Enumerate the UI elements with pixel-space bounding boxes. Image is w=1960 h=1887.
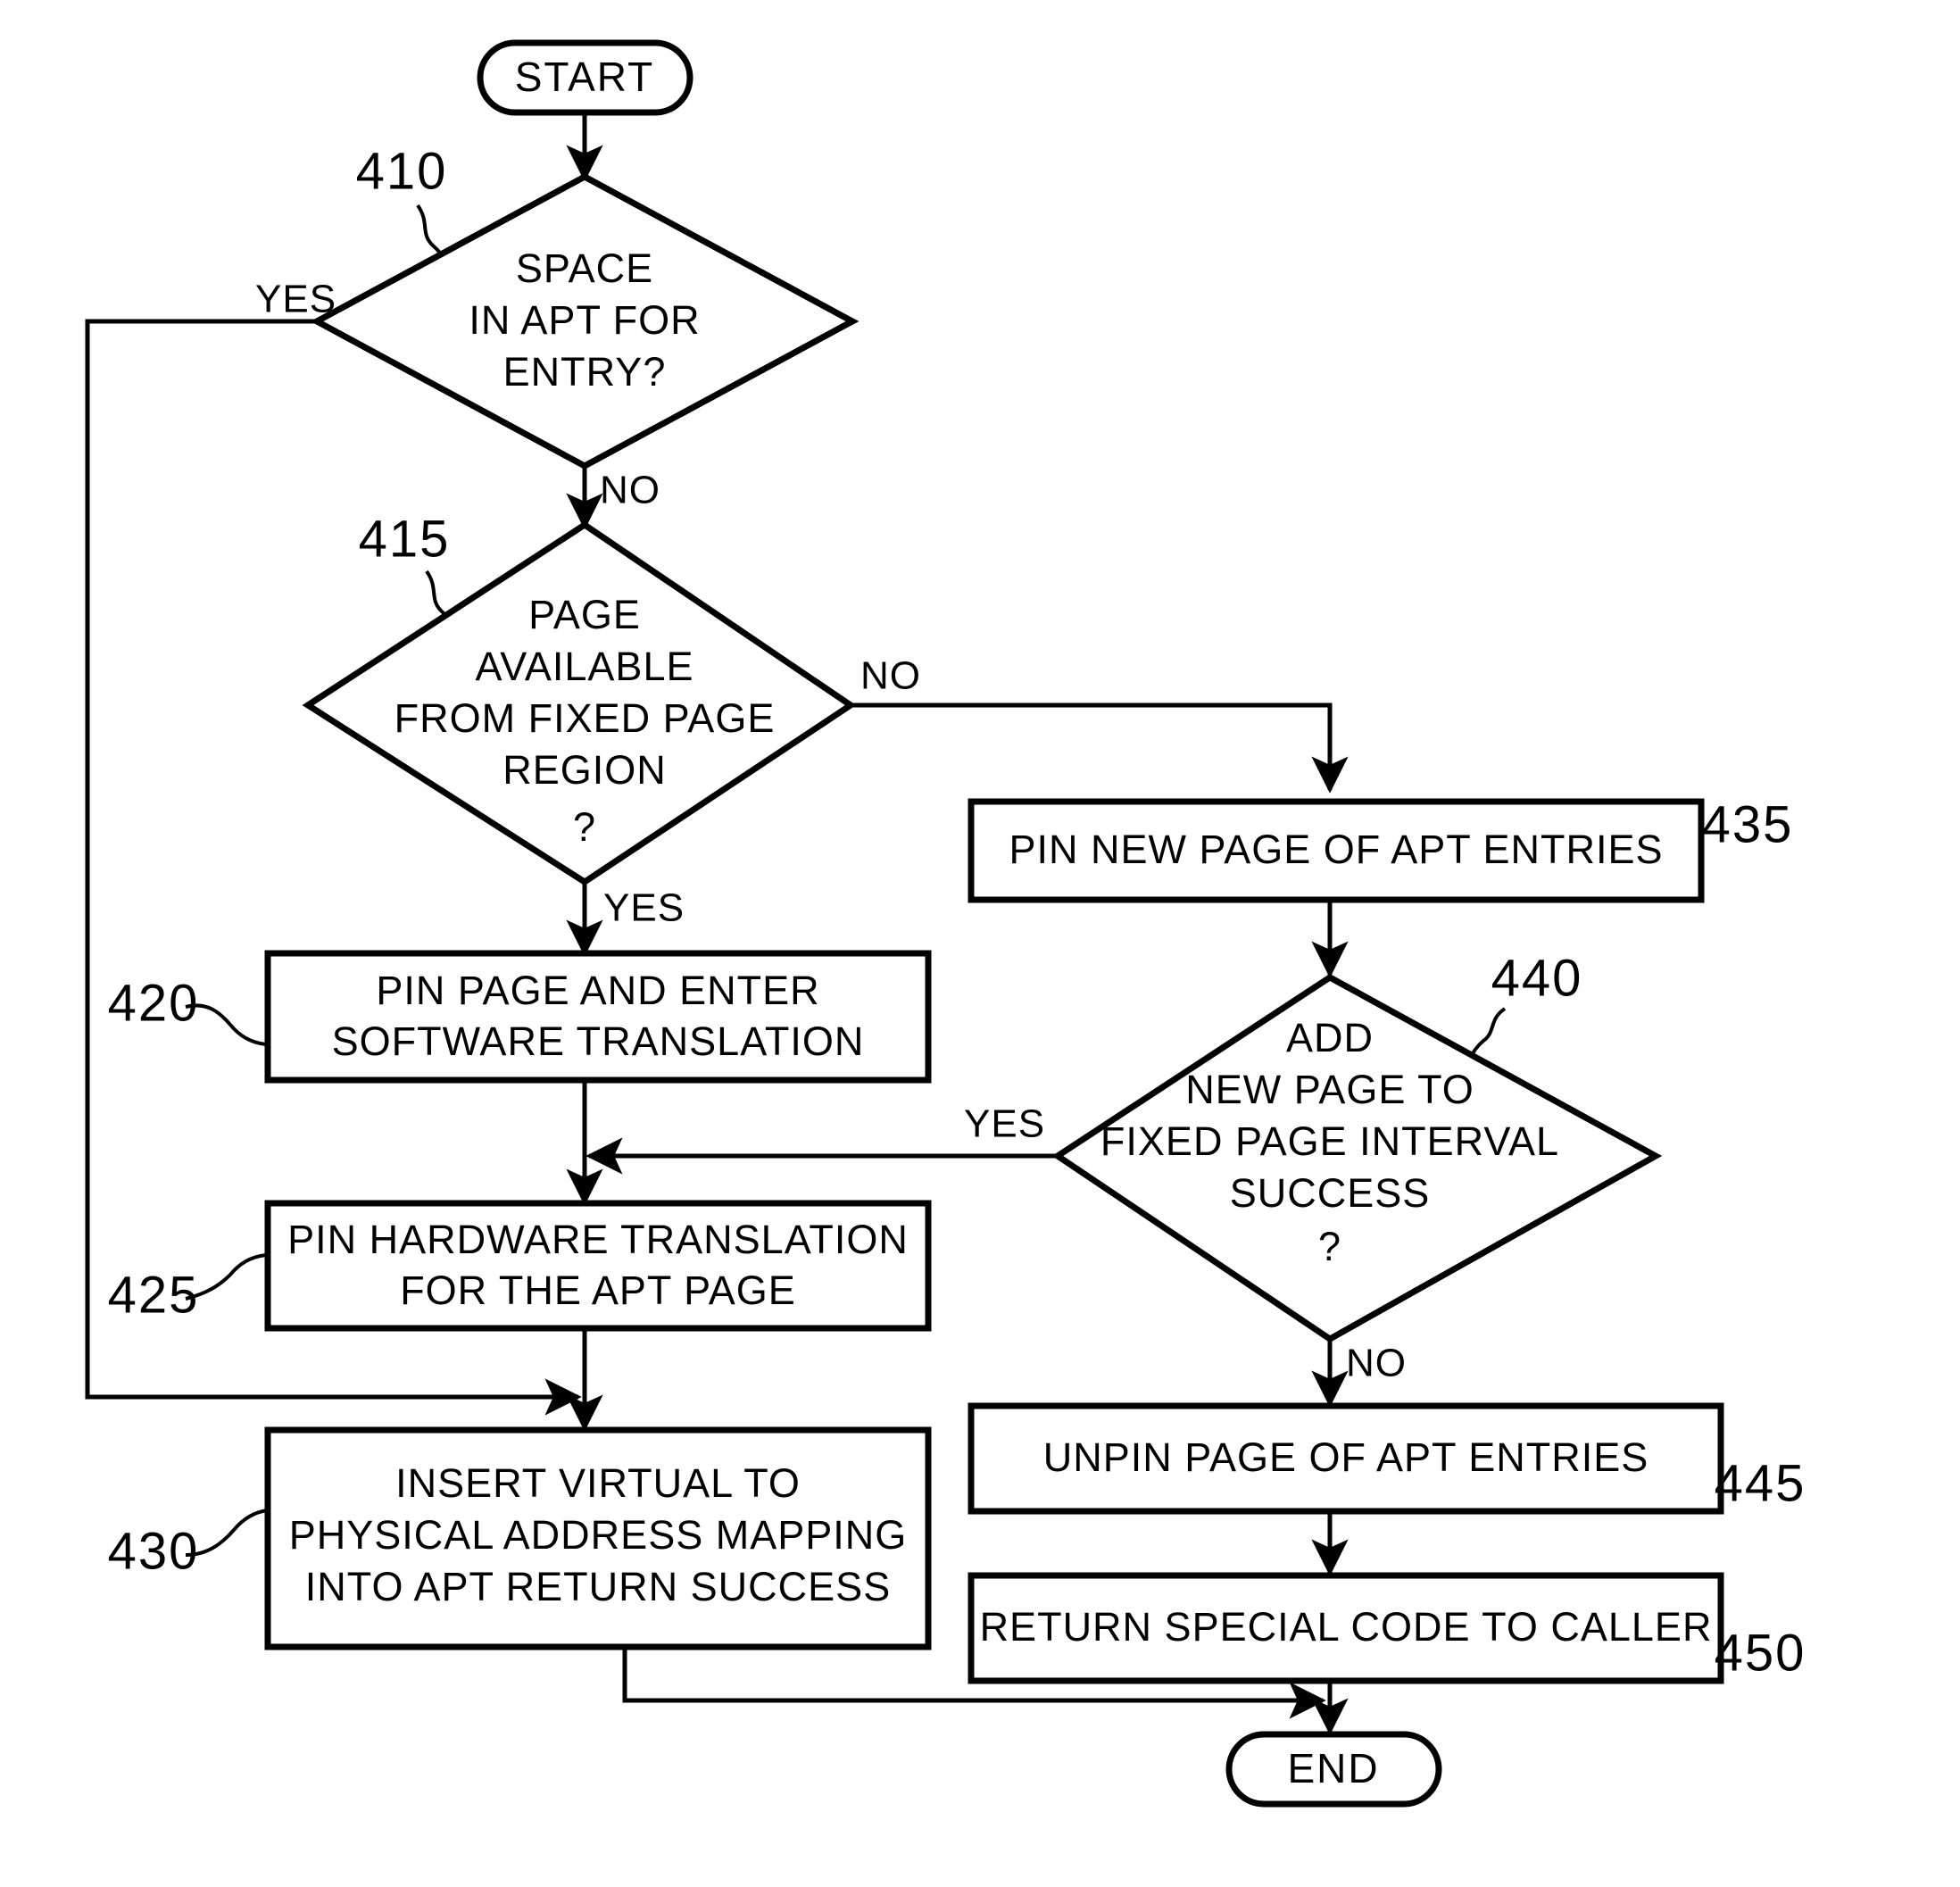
process-420-line1: PIN PAGE AND ENTER xyxy=(376,968,819,1013)
edge-label-440-yes: YES xyxy=(964,1102,1045,1146)
process-445-line1: UNPIN PAGE OF APT ENTRIES xyxy=(1043,1434,1649,1480)
edge-label-415-yes: YES xyxy=(603,886,685,930)
decision-410-line2: IN APT FOR xyxy=(469,297,700,343)
process-430-line1: INSERT VIRTUAL TO xyxy=(395,1460,801,1506)
process-430-line3: INTO APT RETURN SUCCESS xyxy=(305,1564,891,1609)
edge-label-410-yes: YES xyxy=(255,278,336,321)
edge-label-415-no: NO xyxy=(860,654,921,698)
decision-440-line5: ? xyxy=(1318,1224,1341,1269)
decision-410-line1: SPACE xyxy=(516,245,653,291)
ref-numeral-420: 420 xyxy=(108,974,200,1032)
edge-label-410-no: NO xyxy=(600,469,660,512)
decision-440-line4: SUCCESS xyxy=(1230,1170,1431,1216)
ref-numeral-450: 450 xyxy=(1715,1624,1806,1682)
ref-numeral-430: 430 xyxy=(108,1522,200,1580)
process-450-line1: RETURN SPECIAL CODE TO CALLER xyxy=(980,1604,1713,1650)
process-435-line1: PIN NEW PAGE OF APT ENTRIES xyxy=(1009,827,1664,872)
process-430-line2: PHYSICAL ADDRESS MAPPING xyxy=(289,1512,908,1558)
edge-label-440-no: NO xyxy=(1346,1342,1407,1385)
process-420-line2: SOFTWARE TRANSLATION xyxy=(332,1018,865,1064)
decision-415-line2: AVAILABLE xyxy=(476,644,694,689)
process-425-line2: FOR THE APT PAGE xyxy=(400,1268,796,1313)
edge-415-no-to-435 xyxy=(848,702,1349,794)
ref-numeral-415: 415 xyxy=(359,510,451,568)
decision-415-line1: PAGE xyxy=(528,592,641,637)
process-425-line1: PIN HARDWARE TRANSLATION xyxy=(287,1217,909,1262)
ref-numeral-410: 410 xyxy=(356,142,448,200)
patent-flowchart-figure: START SPACE IN APT FOR ENTRY? PAGE AVAIL… xyxy=(0,0,1960,1887)
ref-numeral-445: 445 xyxy=(1715,1454,1806,1512)
decision-415-line3: FROM FIXED PAGE xyxy=(394,695,776,741)
decision-415-line5: ? xyxy=(573,804,596,850)
decision-440-line2: NEW PAGE TO xyxy=(1185,1067,1474,1112)
ref-numeral-440: 440 xyxy=(1491,949,1583,1007)
decision-410-line3: ENTRY? xyxy=(503,349,667,395)
ref-numeral-425: 425 xyxy=(108,1266,200,1324)
start-terminal-label: START xyxy=(515,54,655,100)
flowchart-canvas: START SPACE IN APT FOR ENTRY? PAGE AVAIL… xyxy=(85,39,1806,1808)
ref-numeral-435: 435 xyxy=(1702,795,1794,853)
decision-440-line3: FIXED PAGE INTERVAL xyxy=(1100,1118,1559,1164)
decision-440-line1: ADD xyxy=(1286,1015,1374,1060)
end-terminal-label: END xyxy=(1287,1745,1379,1791)
decision-415-line4: REGION xyxy=(502,747,667,793)
